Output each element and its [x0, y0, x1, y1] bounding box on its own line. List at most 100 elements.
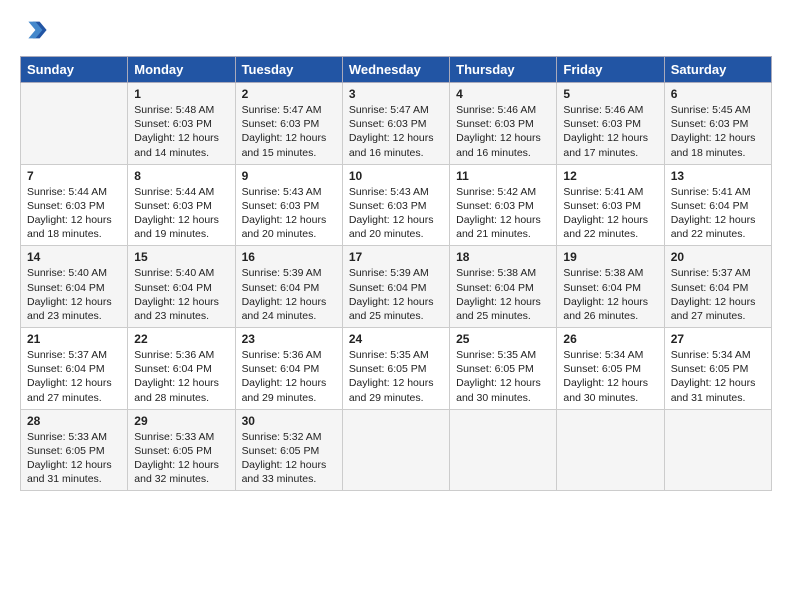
sunrise: Sunrise: 5:39 AM: [349, 267, 429, 279]
cell-info: Sunrise: 5:40 AM Sunset: 6:04 PM Dayligh…: [134, 266, 228, 323]
day-number: 25: [456, 332, 550, 346]
cell-info: Sunrise: 5:48 AM Sunset: 6:03 PM Dayligh…: [134, 103, 228, 160]
sunset: Sunset: 6:03 PM: [27, 200, 105, 212]
cell-info: Sunrise: 5:43 AM Sunset: 6:03 PM Dayligh…: [242, 185, 336, 242]
sunset: Sunset: 6:04 PM: [134, 282, 212, 294]
day-number: 8: [134, 169, 228, 183]
logo: [20, 16, 52, 44]
day-number: 12: [563, 169, 657, 183]
daylight: Daylight: 12 hours and 20 minutes.: [242, 214, 327, 240]
sunset: Sunset: 6:04 PM: [349, 282, 427, 294]
col-header-thursday: Thursday: [450, 57, 557, 83]
sunrise: Sunrise: 5:39 AM: [242, 267, 322, 279]
sunrise: Sunrise: 5:43 AM: [242, 186, 322, 198]
sunset: Sunset: 6:03 PM: [134, 200, 212, 212]
calendar-cell: 18 Sunrise: 5:38 AM Sunset: 6:04 PM Dayl…: [450, 246, 557, 328]
calendar-cell: 16 Sunrise: 5:39 AM Sunset: 6:04 PM Dayl…: [235, 246, 342, 328]
cell-info: Sunrise: 5:47 AM Sunset: 6:03 PM Dayligh…: [242, 103, 336, 160]
daylight: Daylight: 12 hours and 29 minutes.: [349, 377, 434, 403]
sunset: Sunset: 6:03 PM: [349, 200, 427, 212]
daylight: Daylight: 12 hours and 28 minutes.: [134, 377, 219, 403]
cell-info: Sunrise: 5:33 AM Sunset: 6:05 PM Dayligh…: [27, 430, 121, 487]
day-number: 7: [27, 169, 121, 183]
week-row-4: 21 Sunrise: 5:37 AM Sunset: 6:04 PM Dayl…: [21, 328, 772, 410]
day-number: 28: [27, 414, 121, 428]
calendar-cell: 7 Sunrise: 5:44 AM Sunset: 6:03 PM Dayli…: [21, 164, 128, 246]
daylight: Daylight: 12 hours and 27 minutes.: [27, 377, 112, 403]
calendar-cell: 9 Sunrise: 5:43 AM Sunset: 6:03 PM Dayli…: [235, 164, 342, 246]
daylight: Daylight: 12 hours and 24 minutes.: [242, 296, 327, 322]
page-header: [20, 16, 772, 44]
daylight: Daylight: 12 hours and 32 minutes.: [134, 459, 219, 485]
sunset: Sunset: 6:05 PM: [134, 445, 212, 457]
daylight: Daylight: 12 hours and 22 minutes.: [671, 214, 756, 240]
sunset: Sunset: 6:03 PM: [242, 200, 320, 212]
daylight: Daylight: 12 hours and 31 minutes.: [671, 377, 756, 403]
sunrise: Sunrise: 5:37 AM: [27, 349, 107, 361]
cell-info: Sunrise: 5:45 AM Sunset: 6:03 PM Dayligh…: [671, 103, 765, 160]
calendar-cell: 12 Sunrise: 5:41 AM Sunset: 6:03 PM Dayl…: [557, 164, 664, 246]
calendar-cell: [557, 409, 664, 491]
day-number: 5: [563, 87, 657, 101]
header-row: SundayMondayTuesdayWednesdayThursdayFrid…: [21, 57, 772, 83]
sunset: Sunset: 6:05 PM: [242, 445, 320, 457]
sunset: Sunset: 6:04 PM: [27, 363, 105, 375]
daylight: Daylight: 12 hours and 18 minutes.: [671, 132, 756, 158]
sunrise: Sunrise: 5:41 AM: [671, 186, 751, 198]
day-number: 20: [671, 250, 765, 264]
sunset: Sunset: 6:04 PM: [27, 282, 105, 294]
daylight: Daylight: 12 hours and 15 minutes.: [242, 132, 327, 158]
sunrise: Sunrise: 5:40 AM: [134, 267, 214, 279]
cell-info: Sunrise: 5:43 AM Sunset: 6:03 PM Dayligh…: [349, 185, 443, 242]
calendar-cell: 11 Sunrise: 5:42 AM Sunset: 6:03 PM Dayl…: [450, 164, 557, 246]
cell-info: Sunrise: 5:35 AM Sunset: 6:05 PM Dayligh…: [349, 348, 443, 405]
week-row-3: 14 Sunrise: 5:40 AM Sunset: 6:04 PM Dayl…: [21, 246, 772, 328]
calendar-cell: 27 Sunrise: 5:34 AM Sunset: 6:05 PM Dayl…: [664, 328, 771, 410]
day-number: 3: [349, 87, 443, 101]
sunrise: Sunrise: 5:45 AM: [671, 104, 751, 116]
week-row-2: 7 Sunrise: 5:44 AM Sunset: 6:03 PM Dayli…: [21, 164, 772, 246]
cell-info: Sunrise: 5:39 AM Sunset: 6:04 PM Dayligh…: [349, 266, 443, 323]
daylight: Daylight: 12 hours and 27 minutes.: [671, 296, 756, 322]
calendar-cell: [342, 409, 449, 491]
cell-info: Sunrise: 5:46 AM Sunset: 6:03 PM Dayligh…: [563, 103, 657, 160]
daylight: Daylight: 12 hours and 16 minutes.: [456, 132, 541, 158]
day-number: 29: [134, 414, 228, 428]
day-number: 16: [242, 250, 336, 264]
daylight: Daylight: 12 hours and 21 minutes.: [456, 214, 541, 240]
day-number: 11: [456, 169, 550, 183]
day-number: 14: [27, 250, 121, 264]
sunset: Sunset: 6:05 PM: [349, 363, 427, 375]
logo-icon: [20, 16, 48, 44]
day-number: 27: [671, 332, 765, 346]
col-header-wednesday: Wednesday: [342, 57, 449, 83]
calendar-cell: 29 Sunrise: 5:33 AM Sunset: 6:05 PM Dayl…: [128, 409, 235, 491]
sunrise: Sunrise: 5:37 AM: [671, 267, 751, 279]
calendar-cell: 26 Sunrise: 5:34 AM Sunset: 6:05 PM Dayl…: [557, 328, 664, 410]
day-number: 9: [242, 169, 336, 183]
calendar-cell: 23 Sunrise: 5:36 AM Sunset: 6:04 PM Dayl…: [235, 328, 342, 410]
calendar-cell: 2 Sunrise: 5:47 AM Sunset: 6:03 PM Dayli…: [235, 83, 342, 165]
cell-info: Sunrise: 5:44 AM Sunset: 6:03 PM Dayligh…: [27, 185, 121, 242]
sunrise: Sunrise: 5:44 AM: [27, 186, 107, 198]
calendar-cell: [21, 83, 128, 165]
sunrise: Sunrise: 5:33 AM: [134, 431, 214, 443]
day-number: 13: [671, 169, 765, 183]
calendar-cell: 13 Sunrise: 5:41 AM Sunset: 6:04 PM Dayl…: [664, 164, 771, 246]
calendar-cell: 14 Sunrise: 5:40 AM Sunset: 6:04 PM Dayl…: [21, 246, 128, 328]
day-number: 10: [349, 169, 443, 183]
daylight: Daylight: 12 hours and 26 minutes.: [563, 296, 648, 322]
cell-info: Sunrise: 5:32 AM Sunset: 6:05 PM Dayligh…: [242, 430, 336, 487]
sunrise: Sunrise: 5:35 AM: [456, 349, 536, 361]
calendar-cell: 5 Sunrise: 5:46 AM Sunset: 6:03 PM Dayli…: [557, 83, 664, 165]
calendar-cell: 19 Sunrise: 5:38 AM Sunset: 6:04 PM Dayl…: [557, 246, 664, 328]
sunrise: Sunrise: 5:36 AM: [242, 349, 322, 361]
sunrise: Sunrise: 5:34 AM: [563, 349, 643, 361]
sunrise: Sunrise: 5:43 AM: [349, 186, 429, 198]
cell-info: Sunrise: 5:36 AM Sunset: 6:04 PM Dayligh…: [242, 348, 336, 405]
calendar-cell: 1 Sunrise: 5:48 AM Sunset: 6:03 PM Dayli…: [128, 83, 235, 165]
calendar-cell: 24 Sunrise: 5:35 AM Sunset: 6:05 PM Dayl…: [342, 328, 449, 410]
sunset: Sunset: 6:04 PM: [242, 282, 320, 294]
day-number: 22: [134, 332, 228, 346]
daylight: Daylight: 12 hours and 23 minutes.: [134, 296, 219, 322]
